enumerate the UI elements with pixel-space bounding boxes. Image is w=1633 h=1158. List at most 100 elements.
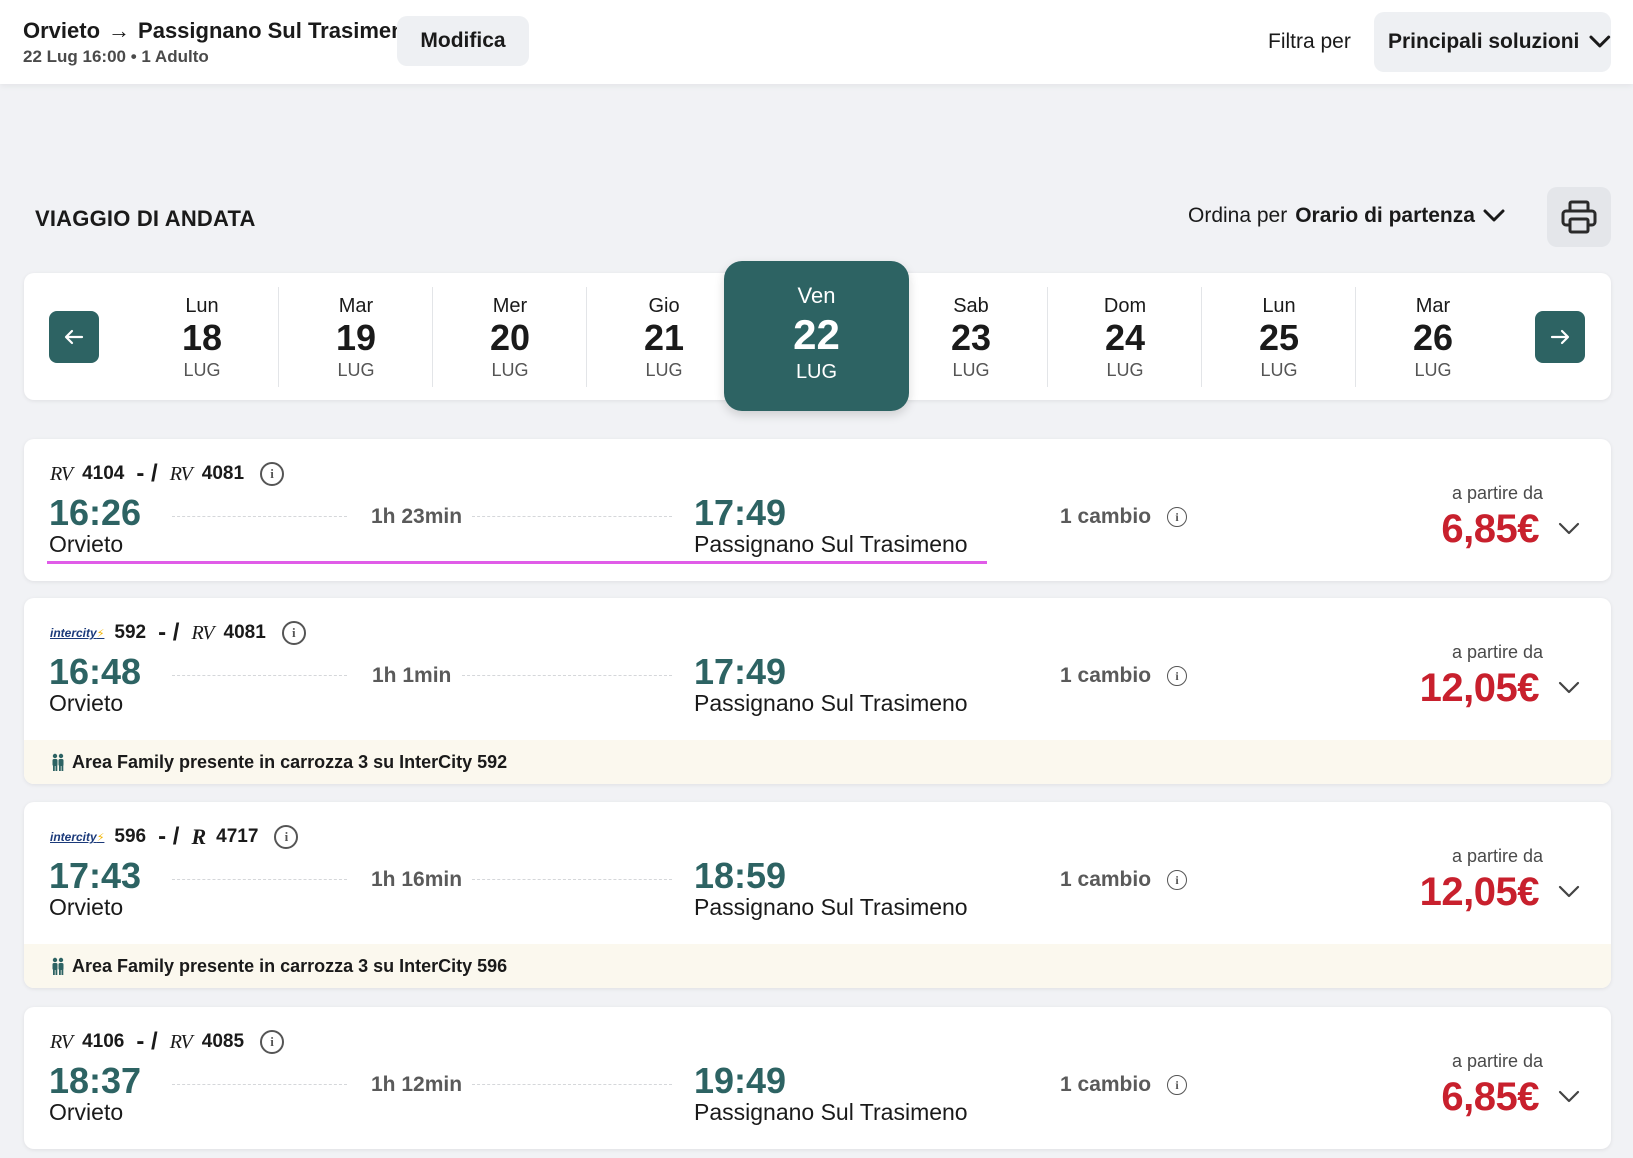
departure-station: Orvieto <box>49 690 124 716</box>
date-num: 18 <box>181 317 223 358</box>
price: 6,85€ <box>1441 1075 1539 1119</box>
price: 12,05€ <box>1419 870 1540 914</box>
changes: 1 cambio i <box>1060 868 1188 892</box>
changes: 1 cambio i <box>1060 664 1188 688</box>
train-number: 4085 <box>201 1031 245 1052</box>
arrival-time: 18:59 <box>694 855 787 896</box>
info-icon[interactable]: i <box>1167 870 1188 890</box>
info-icon[interactable]: i <box>1167 666 1188 686</box>
train-number: 4717 <box>216 826 259 847</box>
train-list: RV 4106 - / RV 4085 i <box>50 1028 285 1055</box>
date-item[interactable]: Mer 20 LUG <box>433 287 587 387</box>
arrival-time: 19:49 <box>694 1060 787 1101</box>
date-num: 20 <box>489 317 531 358</box>
expand-button[interactable] <box>1555 515 1583 543</box>
rv-logo-icon: RV <box>50 1030 73 1053</box>
date-dow: Sab <box>953 295 989 317</box>
date-item-selected[interactable]: Ven 22 LUG <box>724 261 909 411</box>
departure-station: Orvieto <box>49 894 124 920</box>
date-month: LUG <box>337 360 375 380</box>
date-month: LUG <box>952 360 990 380</box>
origin-label: Orvieto <box>23 18 101 43</box>
train-number: 592 <box>114 622 147 643</box>
date-item[interactable]: Gio 21 LUG <box>587 287 741 387</box>
date-item[interactable]: Mar 19 LUG <box>279 287 433 387</box>
date-month: LUG <box>1260 360 1298 380</box>
train-number: 4104 <box>82 463 125 484</box>
filter-value: Principali soluzioni <box>1388 30 1580 53</box>
date-item[interactable]: Lun 25 LUG <box>1202 287 1356 387</box>
arrow-right-icon <box>1550 329 1570 345</box>
arrival-station: Passignano Sul Trasimeno <box>694 1099 968 1125</box>
info-icon[interactable]: i <box>281 621 306 645</box>
train-separator: - / <box>136 460 158 487</box>
selection-highlight <box>47 561 987 564</box>
departure-station: Orvieto <box>49 1099 124 1125</box>
next-dates-button[interactable] <box>1535 311 1585 363</box>
train-list: RV 4104 - / RV 4081 i <box>50 460 285 487</box>
price-from-label: a partire da <box>1451 642 1543 662</box>
departure-time: 17:43 <box>49 855 142 896</box>
family-icon <box>52 957 64 975</box>
date-item[interactable]: Dom 24 LUG <box>1048 287 1202 387</box>
info-icon[interactable]: i <box>274 825 299 849</box>
search-summary: 22 Lug 16:00 • 1 Adulto <box>23 47 209 66</box>
divider <box>172 516 347 517</box>
filter-select[interactable]: Principali soluzioni <box>1374 12 1611 72</box>
family-icon <box>52 753 64 771</box>
train-list: intercity⚡ 592 - / RV 4081 i <box>50 619 306 646</box>
date-month: LUG <box>491 360 529 380</box>
price: 12,05€ <box>1419 666 1540 710</box>
changes-label: 1 cambio <box>1060 505 1152 528</box>
family-notice-text: Area Family presente in carrozza 3 su In… <box>72 751 508 772</box>
chevron-down-icon <box>1589 35 1611 48</box>
modify-button[interactable]: Modifica <box>397 16 529 66</box>
departure-station: Orvieto <box>49 531 124 557</box>
date-num: 19 <box>335 317 377 358</box>
date-item[interactable]: Lun 18 LUG <box>125 287 279 387</box>
changes: 1 cambio i <box>1060 1073 1188 1097</box>
sort-label: Ordina per <box>1188 204 1288 227</box>
solution-card[interactable]: intercity⚡ 592 - / RV 4081 i 16:48 Orvie… <box>24 598 1611 784</box>
divider <box>472 879 672 880</box>
divider <box>472 1084 672 1085</box>
prev-dates-button[interactable] <box>49 311 99 363</box>
expand-button[interactable] <box>1555 878 1583 906</box>
printer-icon <box>1561 200 1597 234</box>
solution-card[interactable]: RV 4104 - / RV 4081 i 16:26 Orvieto 1h 2… <box>24 439 1611 581</box>
divider <box>172 675 347 676</box>
duration: 1h 1min <box>372 664 452 687</box>
duration: 1h 16min <box>371 868 463 891</box>
date-strip: Lun 18 LUG Mar 19 LUG Mer 20 LUG Gio 21 … <box>24 261 1611 411</box>
date-num: 25 <box>1258 317 1300 358</box>
expand-button[interactable] <box>1555 674 1583 702</box>
sort-select[interactable]: Ordina per Orario di partenza <box>1188 204 1505 228</box>
info-icon[interactable]: i <box>260 462 285 486</box>
divider <box>172 1084 347 1085</box>
date-item[interactable]: Mar 26 LUG <box>1356 287 1510 387</box>
chevron-down-icon <box>1558 522 1580 535</box>
print-button[interactable] <box>1547 187 1611 247</box>
arrival-station: Passignano Sul Trasimeno <box>694 894 968 920</box>
solution-card[interactable]: RV 4106 - / RV 4085 i 18:37 Orvieto 1h 1… <box>24 1007 1611 1149</box>
train-number: 596 <box>114 826 147 847</box>
section-title: VIAGGIO DI ANDATA <box>35 206 256 231</box>
arrival-time: 17:49 <box>694 492 787 533</box>
date-dow: Ven <box>797 283 836 308</box>
date-num: 23 <box>950 317 992 358</box>
solution-card[interactable]: intercity⚡ 596 - / R 4717 i 17:43 Orviet… <box>24 802 1611 988</box>
destination-label: Passignano Sul Trasimeno <box>138 18 419 43</box>
date-num: 26 <box>1412 317 1454 358</box>
duration: 1h 23min <box>371 505 463 528</box>
info-icon[interactable]: i <box>1167 1075 1188 1095</box>
info-icon[interactable]: i <box>260 1030 285 1054</box>
expand-button[interactable] <box>1555 1083 1583 1111</box>
train-separator: - / <box>136 1028 158 1055</box>
info-icon[interactable]: i <box>1167 507 1188 527</box>
arrow-left-icon <box>64 329 84 345</box>
date-month: LUG <box>1414 360 1452 380</box>
date-item[interactable]: Sab 23 LUG <box>894 287 1048 387</box>
train-number: 4106 <box>82 1031 125 1052</box>
date-num: 21 <box>643 317 685 358</box>
r-logo-icon: R <box>191 824 207 849</box>
